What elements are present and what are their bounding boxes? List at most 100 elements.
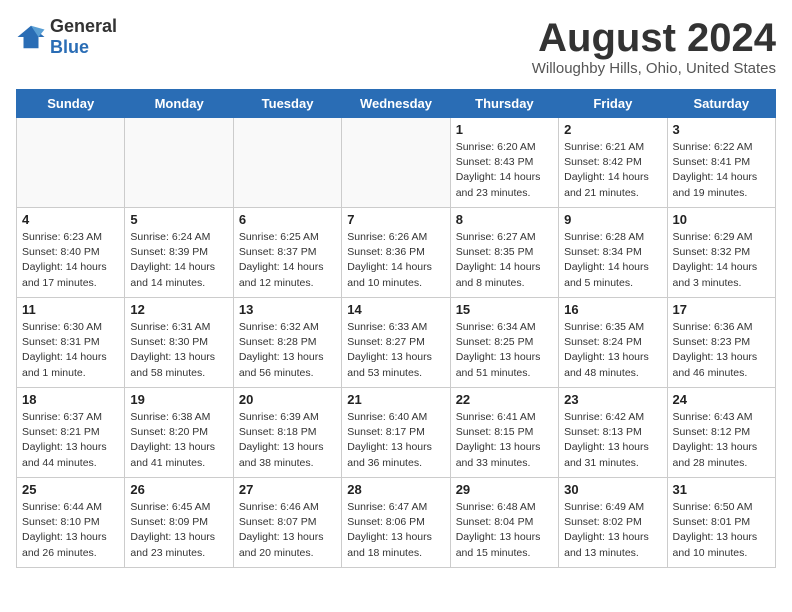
calendar-cell: 25 Sunrise: 6:44 AM Sunset: 8:10 PM Dayli…: [17, 478, 125, 568]
day-info: Sunrise: 6:38 AM Sunset: 8:20 PM Dayligh…: [130, 410, 227, 471]
day-number: 23: [564, 392, 661, 407]
calendar-cell: 19Sunrise: 6:38 AM Sunset: 8:20 PM Dayli…: [125, 388, 233, 478]
day-info: Sunrise: 6:46 AM Sunset: 8:07 PM Dayligh…: [239, 500, 336, 561]
day-info: Sunrise: 6:39 AM Sunset: 8:18 PM Dayligh…: [239, 410, 336, 471]
day-number: 6: [239, 212, 336, 227]
logo-text: General Blue: [50, 16, 117, 58]
day-number: 22: [456, 392, 553, 407]
day-number: 18: [22, 392, 119, 407]
calendar-cell: 7Sunrise: 6:26 AM Sunset: 8:36 PM Daylig…: [342, 208, 450, 298]
calendar-cell: 23Sunrise: 6:42 AM Sunset: 8:13 PM Dayli…: [559, 388, 667, 478]
day-info: Sunrise: 6:48 AM Sunset: 8:04 PM Dayligh…: [456, 500, 553, 561]
calendar-cell: 27 Sunrise: 6:46 AM Sunset: 8:07 PM Dayli…: [233, 478, 341, 568]
title-area: August 2024 Willoughby Hills, Ohio, Unit…: [532, 16, 776, 77]
calendar-cell: [125, 118, 233, 208]
day-number: 3: [673, 122, 770, 137]
day-number: 9: [564, 212, 661, 227]
day-header-sunday: Sunday: [17, 90, 125, 118]
day-number: 13: [239, 302, 336, 317]
calendar-cell: 14 Sunrise: 6:33 AM Sunset: 8:27 PM Dayli…: [342, 298, 450, 388]
day-info: Sunrise: 6:23 AM Sunset: 8:40 PM Dayligh…: [22, 230, 119, 291]
calendar-cell: 1Sunrise: 6:20 AM Sunset: 8:43 PM Daylig…: [450, 118, 558, 208]
calendar: SundayMondayTuesdayWednesdayThursdayFrid…: [16, 89, 776, 568]
day-number: 7: [347, 212, 444, 227]
calendar-cell: 15Sunrise: 6:34 AM Sunset: 8:25 PM Dayli…: [450, 298, 558, 388]
day-info: Sunrise: 6:30 AM Sunset: 8:31 PM Dayligh…: [22, 320, 119, 381]
calendar-cell: 20 Sunrise: 6:39 AM Sunset: 8:18 PM Dayli…: [233, 388, 341, 478]
day-number: 12: [130, 302, 227, 317]
day-info: Sunrise: 6:33 AM Sunset: 8:27 PM Dayligh…: [347, 320, 444, 381]
day-number: 27: [239, 482, 336, 497]
calendar-cell: 28Sunrise: 6:47 AM Sunset: 8:06 PM Dayli…: [342, 478, 450, 568]
calendar-cell: 2Sunrise: 6:21 AM Sunset: 8:42 PM Daylig…: [559, 118, 667, 208]
day-info: Sunrise: 6:32 AM Sunset: 8:28 PM Dayligh…: [239, 320, 336, 381]
calendar-cell: 29Sunrise: 6:48 AM Sunset: 8:04 PM Dayli…: [450, 478, 558, 568]
day-number: 10: [673, 212, 770, 227]
calendar-cell: 11 Sunrise: 6:30 AM Sunset: 8:31 PM Dayli…: [17, 298, 125, 388]
logo-blue: Blue: [50, 37, 89, 57]
day-number: 31: [673, 482, 770, 497]
logo-general: General: [50, 16, 117, 36]
day-number: 17: [673, 302, 770, 317]
logo-bird-icon: [16, 22, 46, 52]
logo: General Blue: [16, 16, 117, 58]
day-info: Sunrise: 6:41 AM Sunset: 8:15 PM Dayligh…: [456, 410, 553, 471]
calendar-cell: 22 Sunrise: 6:41 AM Sunset: 8:15 PM Dayli…: [450, 388, 558, 478]
calendar-cell: 5 Sunrise: 6:24 AM Sunset: 8:39 PM Daylig…: [125, 208, 233, 298]
calendar-cell: 6 Sunrise: 6:25 AM Sunset: 8:37 PM Daylig…: [233, 208, 341, 298]
calendar-cell: 21 Sunrise: 6:40 AM Sunset: 8:17 PM Dayli…: [342, 388, 450, 478]
calendar-cell: 24 Sunrise: 6:43 AM Sunset: 8:12 PM Dayli…: [667, 388, 775, 478]
calendar-cell: 31 Sunrise: 6:50 AM Sunset: 8:01 PM Dayli…: [667, 478, 775, 568]
day-number: 30: [564, 482, 661, 497]
week-row-4: 18 Sunrise: 6:37 AM Sunset: 8:21 PM Dayli…: [17, 388, 776, 478]
calendar-cell: 12 Sunrise: 6:31 AM Sunset: 8:30 PM Dayli…: [125, 298, 233, 388]
day-info: Sunrise: 6:44 AM Sunset: 8:10 PM Dayligh…: [22, 500, 119, 561]
day-number: 11: [22, 302, 119, 317]
day-info: Sunrise: 6:29 AM Sunset: 8:32 PM Dayligh…: [673, 230, 770, 291]
day-number: 14: [347, 302, 444, 317]
day-number: 28: [347, 482, 444, 497]
day-info: Sunrise: 6:50 AM Sunset: 8:01 PM Dayligh…: [673, 500, 770, 561]
day-info: Sunrise: 6:37 AM Sunset: 8:21 PM Dayligh…: [22, 410, 119, 471]
calendar-cell: [342, 118, 450, 208]
day-info: Sunrise: 6:24 AM Sunset: 8:39 PM Dayligh…: [130, 230, 227, 291]
day-number: 16: [564, 302, 661, 317]
calendar-cell: 4Sunrise: 6:23 AM Sunset: 8:40 PM Daylig…: [17, 208, 125, 298]
month-year: August 2024: [532, 16, 776, 60]
calendar-cell: 9 Sunrise: 6:28 AM Sunset: 8:34 PM Daylig…: [559, 208, 667, 298]
calendar-cell: 17 Sunrise: 6:36 AM Sunset: 8:23 PM Dayli…: [667, 298, 775, 388]
calendar-cell: 18 Sunrise: 6:37 AM Sunset: 8:21 PM Dayli…: [17, 388, 125, 478]
day-header-saturday: Saturday: [667, 90, 775, 118]
calendar-cell: 3Sunrise: 6:22 AM Sunset: 8:41 PM Daylig…: [667, 118, 775, 208]
day-info: Sunrise: 6:43 AM Sunset: 8:12 PM Dayligh…: [673, 410, 770, 471]
day-header-wednesday: Wednesday: [342, 90, 450, 118]
day-info: Sunrise: 6:40 AM Sunset: 8:17 PM Dayligh…: [347, 410, 444, 471]
calendar-cell: 8Sunrise: 6:27 AM Sunset: 8:35 PM Daylig…: [450, 208, 558, 298]
day-info: Sunrise: 6:28 AM Sunset: 8:34 PM Dayligh…: [564, 230, 661, 291]
day-number: 5: [130, 212, 227, 227]
day-info: Sunrise: 6:36 AM Sunset: 8:23 PM Dayligh…: [673, 320, 770, 381]
calendar-cell: 26Sunrise: 6:45 AM Sunset: 8:09 PM Dayli…: [125, 478, 233, 568]
week-row-1: 1Sunrise: 6:20 AM Sunset: 8:43 PM Daylig…: [17, 118, 776, 208]
calendar-cell: 16Sunrise: 6:35 AM Sunset: 8:24 PM Dayli…: [559, 298, 667, 388]
day-number: 21: [347, 392, 444, 407]
day-number: 24: [673, 392, 770, 407]
header: General Blue August 2024 Willoughby Hill…: [16, 16, 776, 77]
calendar-cell: 10 Sunrise: 6:29 AM Sunset: 8:32 PM Dayli…: [667, 208, 775, 298]
day-info: Sunrise: 6:20 AM Sunset: 8:43 PM Dayligh…: [456, 140, 553, 201]
day-header-thursday: Thursday: [450, 90, 558, 118]
location: Willoughby Hills, Ohio, United States: [532, 60, 776, 77]
day-info: Sunrise: 6:21 AM Sunset: 8:42 PM Dayligh…: [564, 140, 661, 201]
calendar-cell: 30 Sunrise: 6:49 AM Sunset: 8:02 PM Dayli…: [559, 478, 667, 568]
day-header-tuesday: Tuesday: [233, 90, 341, 118]
day-info: Sunrise: 6:31 AM Sunset: 8:30 PM Dayligh…: [130, 320, 227, 381]
day-number: 25: [22, 482, 119, 497]
day-info: Sunrise: 6:49 AM Sunset: 8:02 PM Dayligh…: [564, 500, 661, 561]
calendar-cell: [233, 118, 341, 208]
week-row-3: 11 Sunrise: 6:30 AM Sunset: 8:31 PM Dayli…: [17, 298, 776, 388]
day-header-friday: Friday: [559, 90, 667, 118]
day-number: 15: [456, 302, 553, 317]
day-info: Sunrise: 6:25 AM Sunset: 8:37 PM Dayligh…: [239, 230, 336, 291]
day-number: 20: [239, 392, 336, 407]
calendar-cell: [17, 118, 125, 208]
